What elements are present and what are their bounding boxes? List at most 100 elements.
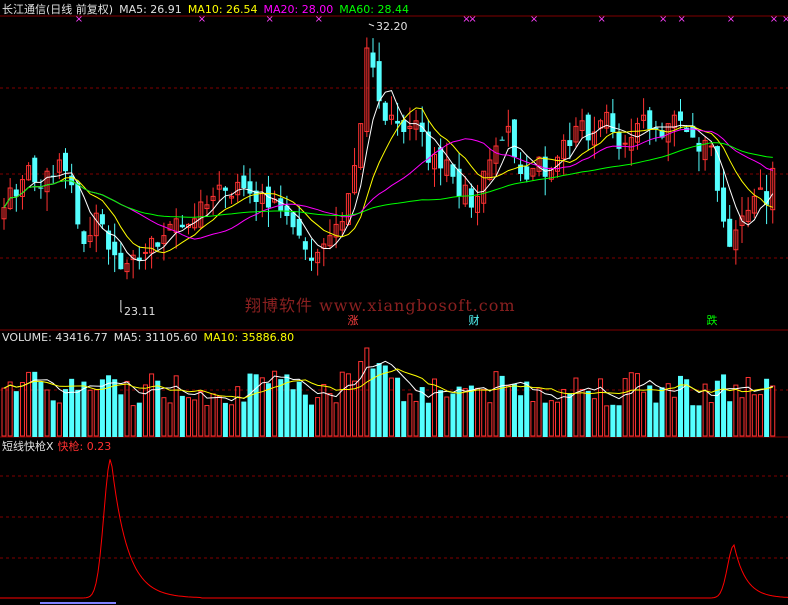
- volume-bar-down: [265, 383, 271, 437]
- volume-bar-up: [388, 377, 394, 437]
- volume-bar-down: [542, 402, 548, 437]
- watermark: 翔博软件 www.xiangbosoft.com: [245, 296, 516, 315]
- volume-ma5-label: MA5: 31105.60: [113, 331, 198, 344]
- candle-down: [721, 187, 727, 222]
- volume-bar-down: [290, 389, 296, 437]
- volume-bar-up: [345, 373, 351, 437]
- volume-bar-up: [339, 371, 345, 437]
- volume-bar-up: [44, 389, 50, 437]
- volume-bar-down: [13, 391, 19, 437]
- candle-down: [99, 214, 105, 225]
- volume-bar-up: [505, 385, 511, 437]
- ma20-line: [3, 128, 773, 240]
- volume-bar-down: [222, 402, 228, 437]
- candle-down: [370, 52, 376, 68]
- candle-down: [647, 110, 653, 130]
- volume-bar-down: [438, 390, 444, 437]
- volume-bar-up: [229, 404, 235, 437]
- volume-bar-up: [1, 387, 7, 437]
- volume-bar-down: [75, 389, 81, 437]
- volume-bar-down: [567, 393, 573, 437]
- volume-bar-up: [604, 405, 610, 437]
- volume-bar-up: [702, 383, 708, 437]
- candle-down: [179, 224, 185, 228]
- candle-down: [112, 241, 118, 256]
- ma5-label: MA5: 26.91: [119, 3, 182, 16]
- volume-label: VOLUME: 43416.77: [2, 331, 108, 344]
- tag-wealth: 财: [468, 314, 480, 327]
- volume-bar-up: [462, 388, 468, 437]
- volume-bar-up: [628, 372, 634, 437]
- volume-ma10-label: MA10: 35886.80: [203, 331, 295, 344]
- volume-bar-up: [130, 405, 136, 437]
- volume-bar-up: [634, 373, 640, 437]
- candle-down: [524, 166, 530, 180]
- volume-bar-down: [585, 390, 591, 437]
- signal-marker: ×: [530, 14, 538, 25]
- volume-bar-up: [235, 386, 241, 437]
- volume-bar-down: [38, 381, 44, 437]
- tag-rise: 涨: [347, 314, 359, 327]
- volume-bar-up: [315, 397, 321, 437]
- volume-bar-down: [456, 386, 462, 437]
- volume-bar-up: [708, 402, 714, 437]
- low-price-label: 23.11: [124, 305, 156, 318]
- volume-bar-up: [413, 400, 419, 437]
- volume-bar-down: [69, 378, 75, 437]
- volume-bar-down: [136, 402, 142, 437]
- ma20-label: MA20: 28.00: [263, 3, 334, 16]
- signal-marker: ×: [727, 14, 735, 25]
- candle-down: [290, 212, 296, 228]
- volume-bar-down: [401, 401, 407, 437]
- volume-bar-up: [87, 389, 93, 437]
- volume-bar-down: [518, 395, 524, 437]
- candle-down: [302, 241, 308, 250]
- volume-bar-up: [192, 399, 198, 437]
- volume-bar-down: [50, 400, 56, 437]
- volume-bar-up: [149, 373, 155, 437]
- indicator-panel-header: 短线快枪X 快枪: 0.23: [2, 440, 117, 454]
- volume-bar-down: [524, 381, 530, 437]
- volume-bar-down: [241, 401, 247, 437]
- volume-bar-up: [407, 393, 413, 437]
- high-price-label: 32.20: [376, 20, 408, 33]
- candle-down: [468, 188, 474, 208]
- volume-bar-up: [259, 377, 265, 437]
- volume-bar-up: [548, 400, 554, 437]
- volume-bar-up: [591, 398, 597, 437]
- candle-down: [32, 157, 38, 183]
- volume-bar-up: [530, 401, 536, 437]
- volume-bar-down: [309, 404, 314, 437]
- candle-up: [622, 142, 628, 145]
- candle-down: [241, 175, 247, 188]
- candle-down: [118, 252, 124, 270]
- ma10-label: MA10: 26.54: [187, 3, 258, 16]
- volume-bar-up: [757, 394, 763, 437]
- signal-marker: ×: [770, 14, 778, 25]
- volume-bar-up: [272, 370, 278, 437]
- volume-bar-up: [481, 389, 487, 437]
- volume-bar-down: [468, 385, 474, 437]
- indicator-value: 快枪: 0.23: [57, 440, 112, 453]
- volume-bar-up: [579, 388, 585, 437]
- volume-bar-down: [247, 373, 253, 437]
- volume-bar-down: [302, 394, 308, 437]
- candle-down: [309, 257, 314, 261]
- ma60-line: [3, 142, 773, 218]
- volume-bar-down: [278, 379, 284, 437]
- volume-bar-up: [536, 387, 542, 437]
- volume-bar-down: [112, 379, 118, 437]
- volume-bar-down: [99, 379, 105, 437]
- indicator-line: [0, 459, 788, 599]
- signal-marker: ×: [598, 14, 606, 25]
- volume-bar-up: [671, 396, 677, 437]
- volume-bar-down: [616, 405, 622, 437]
- volume-bar-up: [333, 402, 339, 437]
- volume-bar-up: [216, 395, 222, 437]
- high-marker: [368, 23, 375, 27]
- volume-bar-up: [93, 389, 99, 437]
- volume-bar-down: [647, 385, 653, 437]
- candle-down: [610, 113, 616, 132]
- volume-bar-down: [382, 365, 388, 437]
- volume-bar-down: [610, 404, 616, 437]
